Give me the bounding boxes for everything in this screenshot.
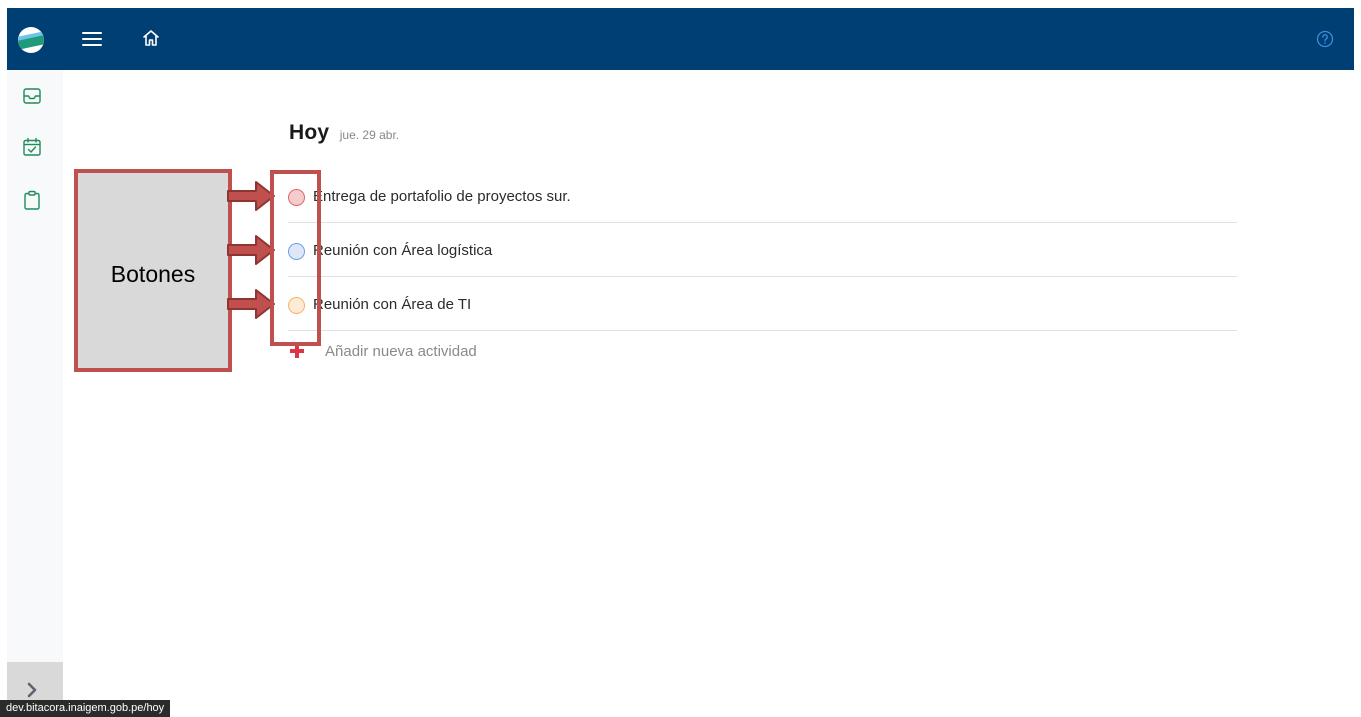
app-logo[interactable] xyxy=(18,27,44,53)
clipboard-icon[interactable] xyxy=(21,189,43,211)
page-heading: Hoy jue. 29 abr. xyxy=(289,121,399,145)
inbox-icon[interactable] xyxy=(21,85,43,107)
help-circle-icon[interactable] xyxy=(1316,30,1334,48)
home-icon[interactable] xyxy=(141,28,161,48)
page-date: jue. 29 abr. xyxy=(339,128,400,142)
task-label[interactable]: Reunión con Área de TI xyxy=(313,296,471,313)
annotation-label: Botones xyxy=(110,261,196,287)
plus-icon xyxy=(290,344,304,358)
annotation-arrow xyxy=(227,181,275,211)
annotation-arrow xyxy=(227,289,275,319)
task-label[interactable]: Reunión con Área logística xyxy=(313,242,492,259)
task-item: Reunión con Área de TI xyxy=(288,277,1237,331)
calendar-check-icon[interactable] xyxy=(21,136,43,158)
hamburger-menu-icon[interactable] xyxy=(82,30,102,48)
task-item: Entrega de portafolio de proyectos sur. xyxy=(288,169,1237,223)
status-url: dev.bitacora.inaigem.gob.pe/hoy xyxy=(0,700,171,717)
sidebar xyxy=(7,70,63,717)
task-label[interactable]: Entrega de portafolio de proyectos sur. xyxy=(313,188,571,205)
page-title: Hoy xyxy=(289,121,330,144)
annotation-arrow xyxy=(227,235,275,265)
annotation-highlight-frame xyxy=(270,170,321,346)
task-item: Reunión con Área logística xyxy=(288,223,1237,277)
top-navbar xyxy=(7,8,1354,70)
add-activity-label: Añadir nueva actividad xyxy=(325,343,477,360)
annotation-callout: Botones xyxy=(74,169,232,372)
window-edge xyxy=(0,0,7,717)
